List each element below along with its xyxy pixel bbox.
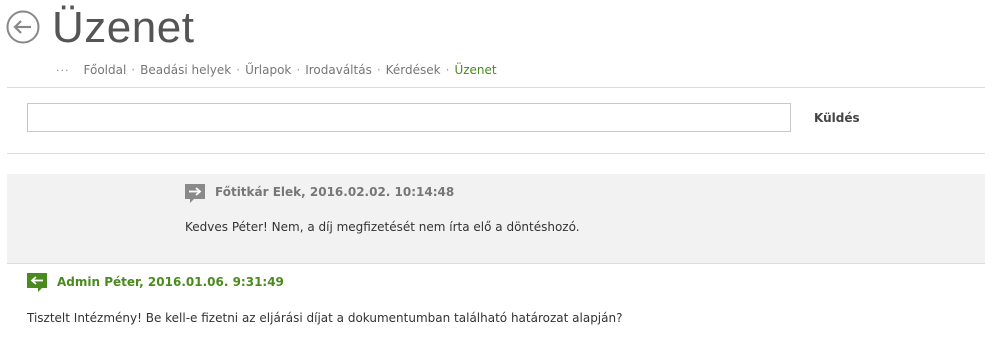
divider — [7, 87, 985, 88]
breadcrumb-separator: · — [131, 63, 136, 77]
message-sender-meta: Főtitkár Elek, 2016.02.02. 10:14:48 — [215, 185, 455, 199]
arrow-right-speech-icon — [185, 184, 205, 203]
breadcrumb-separator: · — [376, 63, 381, 77]
back-arrow-icon[interactable] — [6, 10, 40, 44]
page-header: Üzenet — [0, 0, 994, 60]
breadcrumb-item-kerdesek[interactable]: Kérdések — [386, 63, 441, 77]
message-text: Kedves Péter! Nem, a díj megfizetését ne… — [185, 220, 580, 234]
breadcrumb-item-fooldal[interactable]: Főoldal — [84, 63, 127, 77]
breadcrumb-separator: · — [236, 63, 241, 77]
breadcrumb-item-beadasi-helyek[interactable]: Beadási helyek — [140, 63, 231, 77]
breadcrumb-item-urlapok[interactable]: Űrlapok — [245, 63, 291, 77]
message-text: Tisztelt Intézmény! Be kell-e fizetni az… — [27, 311, 623, 325]
breadcrumb-ellipsis[interactable]: ··· — [56, 64, 70, 77]
send-button[interactable]: Küldés — [814, 108, 874, 128]
page-title: Üzenet — [52, 3, 195, 52]
breadcrumb-separator: · — [445, 63, 450, 77]
message-outgoing: Admin Péter, 2016.01.06. 9:31:49 Tisztel… — [7, 264, 985, 344]
message-input[interactable] — [27, 103, 791, 132]
breadcrumb-item-irodavaltas[interactable]: Irodaváltás — [305, 63, 372, 77]
message-sender-meta: Admin Péter, 2016.01.06. 9:31:49 — [57, 275, 284, 289]
breadcrumb-item-uzenet: Üzenet — [454, 63, 497, 77]
arrow-left-speech-icon — [27, 273, 47, 292]
breadcrumb: ··· Főoldal · Beadási helyek · Űrlapok ·… — [56, 62, 497, 78]
divider — [7, 153, 985, 154]
breadcrumb-separator: · — [296, 63, 301, 77]
message-incoming: Főtitkár Elek, 2016.02.02. 10:14:48 Kedv… — [7, 174, 985, 264]
